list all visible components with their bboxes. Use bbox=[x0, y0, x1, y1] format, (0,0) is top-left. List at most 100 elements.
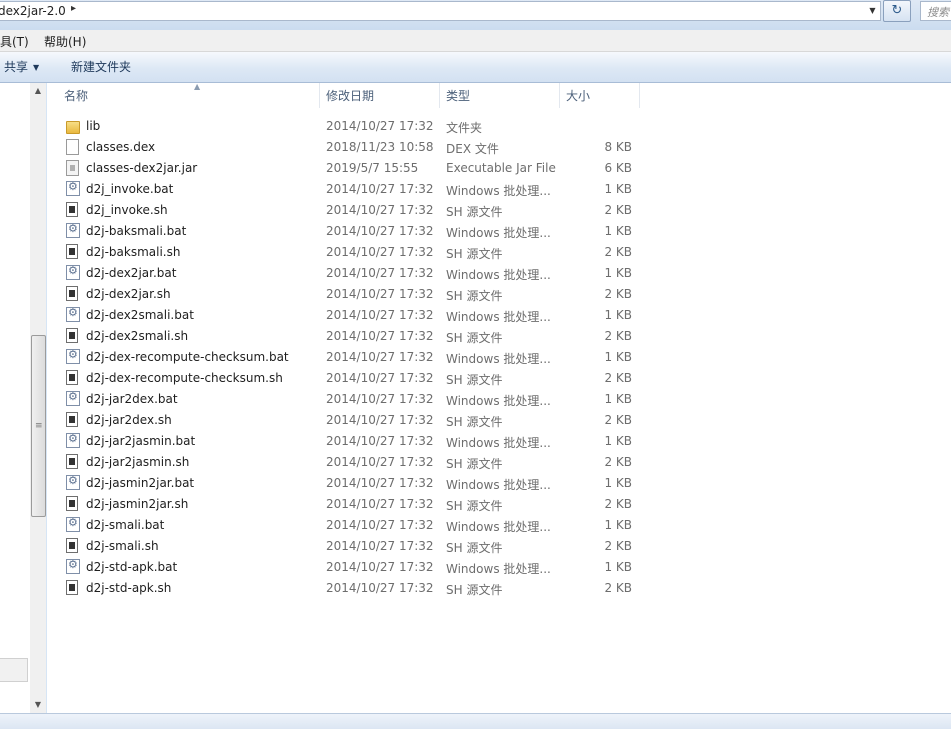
file-row[interactable]: d2j-jasmin2jar.sh 2014/10/27 17:32 SH 源文件 2… bbox=[48, 494, 951, 515]
file-modified-date: 2014/10/27 17:32 bbox=[326, 455, 434, 469]
address-dropdown-icon[interactable]: ▼ bbox=[866, 2, 879, 20]
column-header-date[interactable]: 修改日期 bbox=[320, 83, 440, 108]
file-row[interactable]: d2j-dex2smali.sh 2014/10/27 17:32 SH 源文件 2 … bbox=[48, 326, 951, 347]
file-modified-date: 2014/10/27 17:32 bbox=[326, 329, 434, 343]
file-name[interactable]: d2j-dex-recompute-checksum.sh bbox=[86, 371, 283, 385]
file-row[interactable]: classes.dex 2018/11/23 10:58 DEX 文件 8 KB bbox=[48, 137, 951, 158]
file-name[interactable]: d2j-jar2dex.sh bbox=[86, 413, 172, 427]
file-row[interactable]: d2j_invoke.bat 2014/10/27 17:32 Windows 批处… bbox=[48, 179, 951, 200]
shell-file-icon bbox=[66, 580, 78, 595]
file-row[interactable]: d2j-baksmali.bat 2014/10/27 17:32 Windows … bbox=[48, 221, 951, 242]
shell-file-icon bbox=[66, 244, 78, 259]
file-name[interactable]: lib bbox=[86, 119, 100, 133]
file-name[interactable]: classes-dex2jar.jar bbox=[86, 161, 197, 175]
refresh-button[interactable]: ↻ bbox=[883, 0, 911, 22]
file-type: SH 源文件 bbox=[446, 583, 503, 597]
file-row[interactable]: d2j-jar2dex.bat 2014/10/27 17:32 Windows 批… bbox=[48, 389, 951, 410]
file-name[interactable]: d2j-jar2jasmin.sh bbox=[86, 455, 189, 469]
batch-file-icon bbox=[66, 432, 80, 448]
file-row[interactable]: classes-dex2jar.jar 2019/5/7 15:55 Executa… bbox=[48, 158, 951, 179]
column-header-size[interactable]: 大小 bbox=[560, 83, 640, 108]
file-row[interactable]: d2j-baksmali.sh 2014/10/27 17:32 SH 源文件 2 K… bbox=[48, 242, 951, 263]
breadcrumb-chevron-icon[interactable]: ▸ bbox=[71, 3, 76, 14]
new-folder-button[interactable]: 新建文件夹 bbox=[71, 58, 131, 75]
file-name[interactable]: d2j_invoke.bat bbox=[86, 182, 173, 196]
file-name[interactable]: d2j-dex2smali.sh bbox=[86, 329, 188, 343]
search-input[interactable]: 搜索 bbox=[920, 1, 951, 21]
file-name[interactable]: d2j-smali.sh bbox=[86, 539, 159, 553]
file-size: 1 KB bbox=[604, 350, 632, 364]
file-modified-date: 2014/10/27 17:32 bbox=[326, 518, 434, 532]
file-name[interactable]: d2j-jar2dex.bat bbox=[86, 392, 178, 406]
file-name[interactable]: d2j_invoke.sh bbox=[86, 203, 168, 217]
scrollbar-thumb[interactable]: ≡ bbox=[31, 335, 46, 517]
file-row[interactable]: d2j-smali.sh 2014/10/27 17:32 SH 源文件 2 KB bbox=[48, 536, 951, 557]
file-modified-date: 2014/10/27 17:32 bbox=[326, 224, 434, 238]
file-row[interactable]: d2j-dex2jar.sh 2014/10/27 17:32 SH 源文件 2 KB bbox=[48, 284, 951, 305]
batch-file-icon bbox=[66, 348, 80, 364]
file-type: Windows 批处理... bbox=[446, 226, 551, 240]
file-modified-date: 2014/10/27 17:32 bbox=[326, 203, 434, 217]
file-row[interactable]: d2j-dex2jar.bat 2014/10/27 17:32 Windows 批… bbox=[48, 263, 951, 284]
file-size: 1 KB bbox=[604, 560, 632, 574]
share-button[interactable]: 共享 ▼ bbox=[4, 58, 39, 75]
file-name[interactable]: d2j-smali.bat bbox=[86, 518, 164, 532]
address-bar[interactable]: dex2jar-2.0 ▸ ▼ bbox=[0, 1, 881, 21]
file-row[interactable]: d2j-dex-recompute-checksum.sh 2014/10/27 … bbox=[48, 368, 951, 389]
batch-file-icon bbox=[66, 222, 80, 238]
file-modified-date: 2014/10/27 17:32 bbox=[326, 539, 434, 553]
file-row[interactable]: d2j-std-apk.sh 2014/10/27 17:32 SH 源文件 2 KB bbox=[48, 578, 951, 599]
file-row[interactable]: d2j-jasmin2jar.bat 2014/10/27 17:32 Window… bbox=[48, 473, 951, 494]
file-row[interactable]: d2j-dex2smali.bat 2014/10/27 17:32 Windows… bbox=[48, 305, 951, 326]
file-row[interactable]: d2j_invoke.sh 2014/10/27 17:32 SH 源文件 2 KB bbox=[48, 200, 951, 221]
file-name[interactable]: d2j-std-apk.bat bbox=[86, 560, 177, 574]
menu-help[interactable]: 帮助(H) bbox=[44, 33, 86, 50]
batch-file-icon bbox=[66, 474, 80, 490]
file-size: 2 KB bbox=[604, 245, 632, 259]
breadcrumb-folder[interactable]: dex2jar-2.0 bbox=[0, 4, 66, 18]
file-type: SH 源文件 bbox=[446, 415, 503, 429]
navigation-scrollbar[interactable]: ▲ ≡ ▼ bbox=[30, 83, 46, 713]
file-row[interactable]: d2j-jar2jasmin.sh 2014/10/27 17:32 SH 源文件 2… bbox=[48, 452, 951, 473]
scroll-up-icon[interactable]: ▲ bbox=[30, 83, 46, 99]
column-header-name[interactable]: ▲ 名称 bbox=[58, 82, 320, 108]
file-name[interactable]: d2j-baksmali.bat bbox=[86, 224, 186, 238]
file-modified-date: 2014/10/27 17:32 bbox=[326, 119, 434, 133]
file-name[interactable]: classes.dex bbox=[86, 140, 155, 154]
file-name[interactable]: d2j-jar2jasmin.bat bbox=[86, 434, 195, 448]
file-size: 6 KB bbox=[604, 161, 632, 175]
file-name[interactable]: d2j-std-apk.sh bbox=[86, 581, 171, 595]
file-name[interactable]: d2j-jasmin2jar.sh bbox=[86, 497, 188, 511]
file-type: Windows 批处理... bbox=[446, 478, 551, 492]
shell-file-icon bbox=[66, 370, 78, 385]
shell-file-icon bbox=[66, 538, 78, 553]
file-row[interactable]: d2j-dex-recompute-checksum.bat 2014/10/27… bbox=[48, 347, 951, 368]
file-size: 2 KB bbox=[604, 413, 632, 427]
file-modified-date: 2014/10/27 17:32 bbox=[326, 560, 434, 574]
file-row[interactable]: lib 2014/10/27 17:32 文件夹 bbox=[48, 116, 951, 137]
file-row[interactable]: d2j-smali.bat 2014/10/27 17:32 Windows 批处理… bbox=[48, 515, 951, 536]
file-row[interactable]: d2j-std-apk.bat 2014/10/27 17:32 Windows 批… bbox=[48, 557, 951, 578]
file-type: Windows 批处理... bbox=[446, 352, 551, 366]
navigation-pane-item[interactable] bbox=[0, 658, 28, 682]
sort-ascending-icon: ▲ bbox=[194, 82, 201, 91]
file-name[interactable]: d2j-dex2jar.bat bbox=[86, 266, 176, 280]
file-name[interactable]: d2j-baksmali.sh bbox=[86, 245, 180, 259]
file-name[interactable]: d2j-jasmin2jar.bat bbox=[86, 476, 194, 490]
shell-file-icon bbox=[66, 412, 78, 427]
batch-file-icon bbox=[66, 264, 80, 280]
file-type: SH 源文件 bbox=[446, 541, 503, 555]
file-modified-date: 2014/10/27 17:32 bbox=[326, 266, 434, 280]
file-type: Executable Jar File bbox=[446, 161, 556, 175]
file-row[interactable]: d2j-jar2dex.sh 2014/10/27 17:32 SH 源文件 2 KB bbox=[48, 410, 951, 431]
file-icon bbox=[66, 139, 79, 155]
file-name[interactable]: d2j-dex2jar.sh bbox=[86, 287, 171, 301]
menu-tools[interactable]: 具(T) bbox=[0, 33, 29, 50]
shell-file-icon bbox=[66, 202, 78, 217]
file-name[interactable]: d2j-dex-recompute-checksum.bat bbox=[86, 350, 289, 364]
file-row[interactable]: d2j-jar2jasmin.bat 2014/10/27 17:32 Window… bbox=[48, 431, 951, 452]
batch-file-icon bbox=[66, 390, 80, 406]
column-header-type[interactable]: 类型 bbox=[440, 83, 560, 108]
scroll-down-icon[interactable]: ▼ bbox=[30, 697, 46, 713]
file-name[interactable]: d2j-dex2smali.bat bbox=[86, 308, 194, 322]
